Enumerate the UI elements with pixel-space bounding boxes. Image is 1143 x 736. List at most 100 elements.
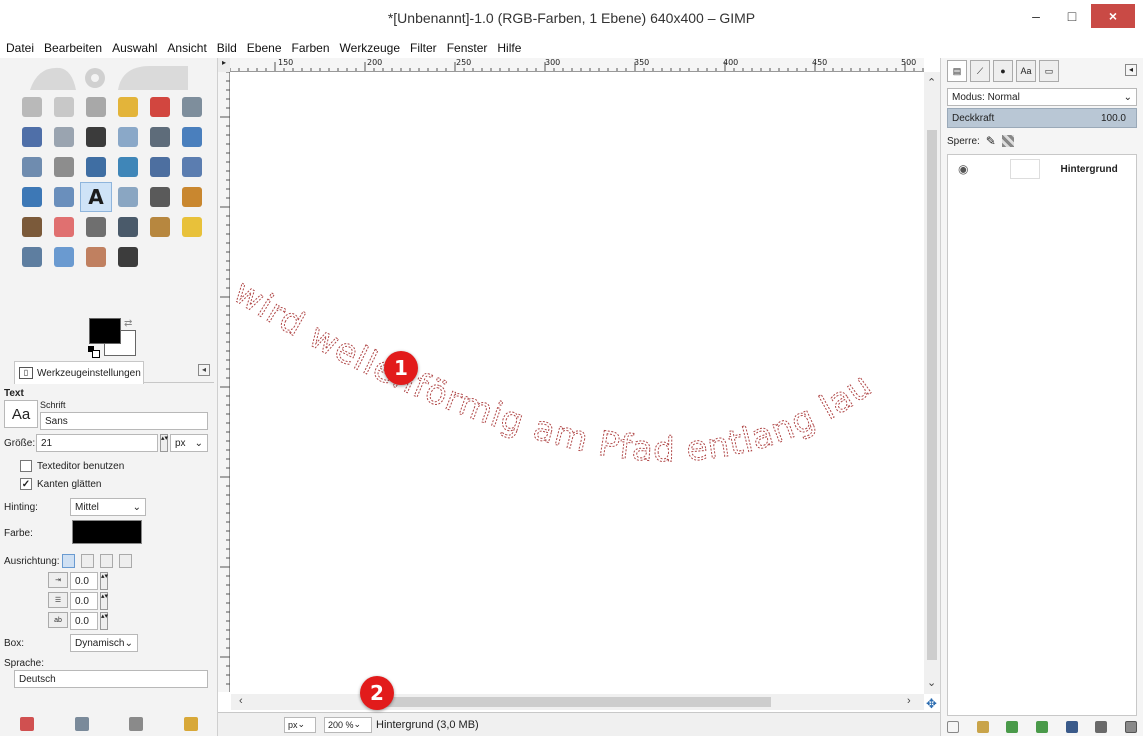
images-tab-icon[interactable]: ▭ [1039,60,1059,82]
delete-options-icon[interactable] [129,716,144,731]
fuzzy-select-tool-button[interactable] [112,92,144,122]
indent-input[interactable]: 0.0 [70,572,98,590]
heal-tool-button[interactable] [176,212,208,242]
scroll-up-icon[interactable]: ⌃ [927,76,936,89]
reset-options-icon[interactable] [183,716,198,731]
clone-tool-button[interactable] [144,212,176,242]
perspective-clone-tool-button[interactable] [16,242,48,272]
foreground-select-tool-button[interactable] [16,122,48,152]
mode-select[interactable]: Modus: Normal ⌄ [947,88,1137,106]
font-input[interactable]: Sans [40,412,208,430]
tab-tool-options[interactable]: ▯ Werkzeugeinstellungen [14,361,144,384]
color-picker-tool-button[interactable] [80,122,112,152]
scroll-right-icon[interactable]: › [907,695,911,707]
raise-layer-icon[interactable] [1006,721,1019,733]
menu-bearbeiten[interactable]: Bearbeiten [44,41,102,55]
paths-tab-icon[interactable]: ⟋ [970,60,990,82]
reset-colors-icon[interactable] [88,346,100,358]
perspective-tool-button[interactable] [176,152,208,182]
smudge-tool-button[interactable] [80,242,112,272]
menu-datei[interactable]: Datei [6,41,34,55]
opacity-slider[interactable]: Deckkraft 100.0 [947,108,1137,128]
bucket-fill-tool-button[interactable] [112,182,144,212]
new-layer-group-icon[interactable] [976,721,989,733]
brushes-tab-icon[interactable]: ● [993,60,1013,82]
delete-layer-icon[interactable] [1124,721,1137,733]
save-options-icon[interactable] [20,716,35,731]
text-tool-tool-button[interactable]: A [80,182,112,212]
menu-auswahl[interactable]: Auswahl [112,41,157,55]
blur-tool-button[interactable] [48,242,80,272]
crop-tool-button[interactable] [48,152,80,182]
anchor-layer-icon[interactable] [1095,721,1108,733]
dock-menu-icon[interactable]: ◂ [1125,64,1137,76]
lower-layer-icon[interactable] [1035,721,1048,733]
paintbrush-tool-button[interactable] [16,212,48,242]
pencil-tool-button[interactable] [176,182,208,212]
menu-filter[interactable]: Filter [410,41,437,55]
scale-tool-button[interactable] [112,152,144,182]
rotate-tool-button[interactable] [80,152,112,182]
dodge-burn-tool-button[interactable] [112,242,144,272]
close-button[interactable]: × [1091,4,1135,28]
justify-left-button[interactable] [61,554,75,568]
vertical-scrollbar[interactable]: ⌃ ⌄ [924,72,940,694]
menu-ansicht[interactable]: Ansicht [167,41,206,55]
size-stepper[interactable]: ▴▾ [160,434,168,452]
horizontal-scrollbar[interactable]: ‹ › [231,694,924,710]
box-select[interactable]: Dynamisch ⌄ [70,634,138,652]
line-spacing-stepper[interactable]: ▴▾ [100,592,108,610]
menu-fenster[interactable]: Fenster [447,41,488,55]
lock-pixels-icon[interactable]: ✎ [986,134,996,148]
free-select-tool-button[interactable] [80,92,112,122]
align-tool-button[interactable] [16,152,48,182]
fonts-tab-icon[interactable]: Aa [1016,60,1036,82]
horizontal-scroll-thumb[interactable] [371,697,771,707]
navigate-icon[interactable]: ✥ [926,696,937,712]
eraser-tool-button[interactable] [48,212,80,242]
justify-fill-button[interactable] [118,554,132,568]
restore-options-icon[interactable] [74,716,89,731]
scroll-left-icon[interactable]: ‹ [239,695,243,707]
menu-farben[interactable]: Farben [292,41,330,55]
letter-spacing-input[interactable]: 0.0 [70,612,98,630]
airbrush-tool-button[interactable] [80,212,112,242]
zoom-tool-button[interactable] [112,122,144,152]
justify-center-button[interactable] [99,554,113,568]
rect-select-tool-button[interactable] [16,92,48,122]
size-input[interactable]: 21 [36,434,158,452]
shear-tool-button[interactable] [144,152,176,182]
menu-bild[interactable]: Bild [217,41,237,55]
ruler-corner[interactable]: ▸ [218,58,230,72]
minimize-button[interactable]: – [1019,4,1053,28]
duplicate-layer-icon[interactable] [1065,721,1078,733]
menu-werkzeuge[interactable]: Werkzeuge [340,41,400,55]
visibility-eye-icon[interactable]: ◉ [958,162,968,176]
antialias-checkbox[interactable]: ✓ [20,478,32,490]
layers-tab-icon[interactable]: ▤ [947,60,967,82]
text-color-button[interactable] [72,520,142,544]
unit-select[interactable]: px ⌄ [284,716,316,733]
justify-right-button[interactable] [80,554,94,568]
vertical-scroll-thumb[interactable] [927,130,937,660]
image-canvas[interactable]: wird wellenförmig am Pfad entlang lau [226,73,923,693]
new-layer-icon[interactable] [947,721,959,733]
foreground-color[interactable] [89,318,121,344]
swap-colors-icon[interactable]: ⇄ [124,318,132,329]
cage-transform-tool-button[interactable] [48,182,80,212]
measure-tool-button[interactable] [144,122,176,152]
scissors-select-tool-button[interactable] [176,92,208,122]
maximize-button[interactable]: □ [1055,4,1089,28]
ellipse-select-tool-button[interactable] [48,92,80,122]
menu-ebene[interactable]: Ebene [247,41,282,55]
scroll-down-icon[interactable]: ⌄ [927,676,936,689]
tab-menu-icon[interactable]: ◂ [198,364,210,376]
ink-tool-button[interactable] [112,212,144,242]
indent-stepper[interactable]: ▴▾ [100,572,108,590]
language-input[interactable]: Deutsch [14,670,208,688]
use-editor-checkbox[interactable] [20,460,32,472]
letter-spacing-stepper[interactable]: ▴▾ [100,612,108,630]
menu-hilfe[interactable]: Hilfe [497,41,521,55]
blend-tool-button[interactable] [144,182,176,212]
move-tool-button[interactable] [176,122,208,152]
